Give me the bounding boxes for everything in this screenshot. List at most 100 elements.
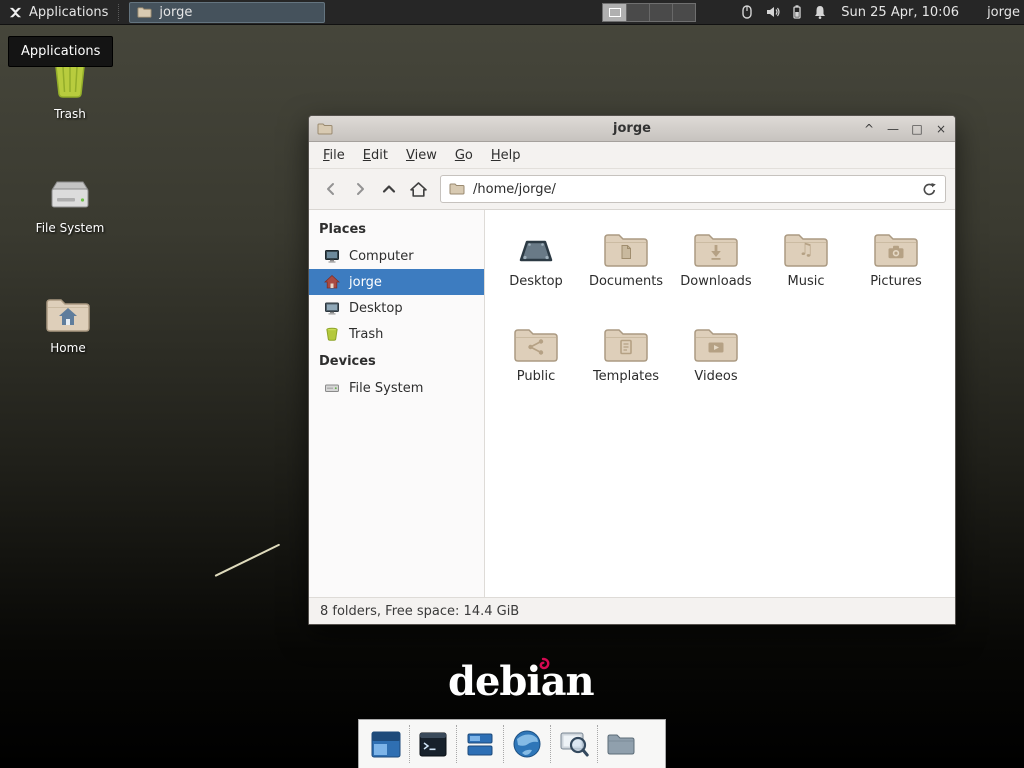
dock-workspaces-button[interactable] — [458, 722, 502, 766]
folder-tile-desktop[interactable]: Desktop — [491, 222, 581, 317]
drive-icon — [324, 380, 340, 396]
applications-label: Applications — [29, 5, 108, 20]
home-button[interactable] — [405, 175, 431, 203]
file-grid: Desktop Documents — [485, 210, 955, 597]
show-desktop-icon — [371, 731, 401, 758]
file-manager-window: jorge ^ — □ × File Edit View Go Help — [308, 115, 956, 625]
workspace-1[interactable] — [603, 4, 626, 21]
folder-tile-videos[interactable]: Videos — [671, 317, 761, 412]
camera-emblem-icon — [886, 242, 906, 262]
home-icon — [324, 274, 340, 290]
applications-tooltip: Applications — [8, 36, 113, 67]
desktop-icon — [324, 300, 340, 316]
battery-icon[interactable] — [792, 4, 802, 20]
menu-view[interactable]: View — [397, 144, 446, 167]
workspace-3[interactable] — [649, 4, 672, 21]
dock-app-finder-button[interactable] — [552, 722, 596, 766]
statusbar: 8 folders, Free space: 14.4 GiB — [309, 597, 955, 624]
devices-header: Devices — [309, 347, 484, 375]
maximize-button[interactable]: □ — [911, 117, 923, 141]
sidebar-item-jorge[interactable]: jorge — [309, 269, 484, 295]
folder-label: Desktop — [509, 274, 563, 289]
workspace-4[interactable] — [672, 4, 695, 21]
folder-tile-documents[interactable]: Documents — [581, 222, 671, 317]
folder-tile-music[interactable]: ♫ Music — [761, 222, 851, 317]
dock — [358, 719, 666, 768]
document-emblem-icon — [616, 242, 636, 262]
folder-tile-public[interactable]: Public — [491, 317, 581, 412]
desktop-folder-icon — [512, 229, 560, 269]
up-button[interactable] — [376, 175, 402, 203]
back-icon — [323, 181, 339, 197]
workspace-pager — [602, 3, 696, 22]
forward-icon — [352, 181, 368, 197]
dock-separator — [456, 725, 457, 763]
share-emblem-icon — [526, 337, 546, 357]
sidebar-item-trash[interactable]: Trash — [309, 321, 484, 347]
folder-tile-downloads[interactable]: Downloads — [671, 222, 761, 317]
folder-label: Downloads — [680, 274, 751, 289]
taskbar-window-title: jorge — [159, 5, 192, 20]
folder-label: Pictures — [870, 274, 921, 289]
menu-help[interactable]: Help — [482, 144, 530, 167]
folder-tile-templates[interactable]: Templates — [581, 317, 671, 412]
sidebar-item-desktop[interactable]: Desktop — [309, 295, 484, 321]
dock-separator — [550, 725, 551, 763]
folder-label: Music — [788, 274, 825, 289]
sidebar-item-computer[interactable]: Computer — [309, 243, 484, 269]
taskbar-folder-icon — [137, 5, 152, 20]
workspace-2[interactable] — [626, 4, 649, 21]
applications-icon — [8, 5, 23, 20]
trash-icon — [324, 326, 340, 342]
menu-go[interactable]: Go — [446, 144, 482, 167]
desktop-icon-label: Trash — [54, 107, 86, 121]
dock-show-desktop-button[interactable] — [364, 722, 408, 766]
dock-terminal-button[interactable] — [411, 722, 455, 766]
taskbar-button-jorge[interactable]: jorge — [129, 2, 325, 23]
location-folder-icon — [449, 181, 465, 197]
location-bar[interactable]: /home/jorge/ — [440, 175, 946, 203]
computer-icon — [324, 248, 340, 264]
terminal-icon — [419, 732, 447, 757]
minimize-button[interactable]: — — [887, 117, 899, 141]
status-text: 8 folders, Free space: 14.4 GiB — [320, 604, 519, 619]
desktop-icon-filesystem[interactable]: File System — [26, 174, 114, 235]
folder-label: Documents — [589, 274, 663, 289]
forward-button[interactable] — [347, 175, 373, 203]
sidebar-item-label: jorge — [349, 275, 382, 290]
debian-wordmark: debian — [448, 658, 594, 705]
menu-file[interactable]: File — [314, 144, 354, 167]
system-tray — [740, 4, 827, 20]
folder-tile-pictures[interactable]: Pictures — [851, 222, 941, 317]
back-button[interactable] — [318, 175, 344, 203]
music-note-emblem-icon: ♫ — [798, 240, 813, 260]
window-title: jorge — [309, 121, 955, 136]
debian-logo: debian — [448, 660, 594, 706]
desktop-icon-home[interactable]: Home — [24, 294, 112, 355]
bell-icon[interactable] — [813, 4, 827, 20]
sidebar-item-label: File System — [349, 381, 423, 396]
dock-web-browser-button[interactable] — [505, 722, 549, 766]
close-button[interactable]: × — [935, 117, 947, 141]
applications-menu-button[interactable]: Applications — [0, 0, 116, 24]
desktop: debian Trash File System Home — [0, 0, 1024, 768]
wallpaper-scratch-line — [215, 544, 281, 577]
dock-file-manager-button[interactable] — [599, 722, 643, 766]
reload-button[interactable] — [922, 182, 937, 197]
volume-icon[interactable] — [765, 4, 781, 20]
dock-separator — [503, 725, 504, 763]
sidebar-item-label: Computer — [349, 249, 414, 264]
titlebar[interactable]: jorge ^ — □ × — [309, 116, 955, 142]
sidebar-item-filesystem[interactable]: File System — [309, 375, 484, 401]
panel-username[interactable]: jorge — [987, 5, 1020, 20]
mouse-icon[interactable] — [740, 4, 754, 20]
panel-clock[interactable]: Sun 25 Apr, 10:06 — [841, 5, 959, 20]
sidebar-item-label: Trash — [349, 327, 383, 342]
menu-edit[interactable]: Edit — [354, 144, 397, 167]
web-browser-globe-icon — [512, 729, 542, 759]
home-icon — [409, 181, 428, 198]
up-icon — [381, 181, 397, 197]
desktop-icon-label: Home — [50, 341, 85, 355]
shade-button[interactable]: ^ — [863, 117, 875, 141]
folder-label: Public — [517, 369, 555, 384]
